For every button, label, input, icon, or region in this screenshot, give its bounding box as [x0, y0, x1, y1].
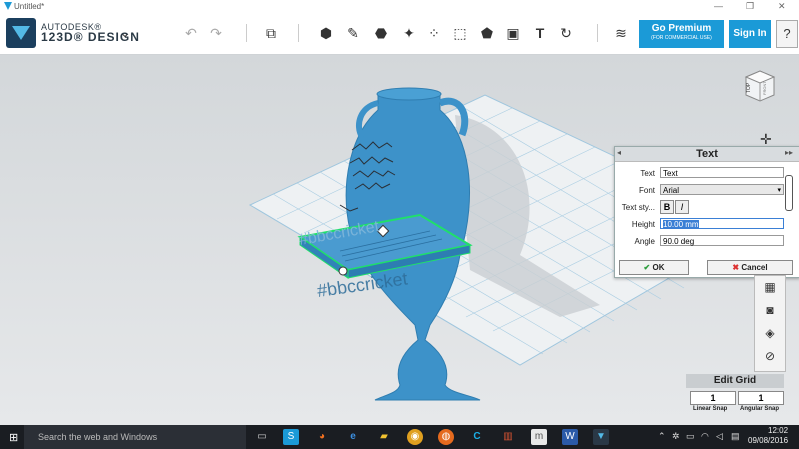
text-label: Text [640, 169, 655, 178]
c-app-icon[interactable]: C [469, 429, 485, 445]
redo-icon[interactable]: ↷ [207, 24, 225, 42]
undo-icon[interactable]: ↶ [182, 24, 200, 42]
task-view-icon[interactable]: ▭ [254, 429, 270, 445]
grouping-icon[interactable]: ⬚ [451, 24, 469, 42]
text-properties-panel: Text ◂ ▸▸ Text Text Font Arial ▾ Text st… [614, 146, 799, 278]
construct-icon[interactable]: ⬣ [372, 24, 390, 42]
height-value: 10.00 mm [663, 220, 699, 229]
wifi-icon[interactable]: ◠ [701, 431, 709, 442]
blender-icon[interactable]: ◕ [314, 429, 330, 445]
measure-icon[interactable]: ▣ [504, 24, 522, 42]
shading-icon[interactable]: ◈ [755, 322, 785, 345]
unknown-app-icon[interactable]: m [531, 429, 547, 445]
pattern-icon[interactable]: ⁘ [425, 24, 443, 42]
app-small-icon [4, 2, 12, 10]
window-title: Untitled* [14, 2, 45, 11]
edit-grid-button[interactable]: Edit Grid [686, 374, 784, 388]
edge-icon[interactable]: e [345, 429, 361, 445]
combine-icon[interactable]: ⬟ [478, 24, 496, 42]
premium-title: Go Premium [651, 23, 712, 34]
camera-icon[interactable]: ◙ [755, 299, 785, 322]
chart-app-icon[interactable]: ▥ [500, 429, 516, 445]
font-value: Arial [663, 186, 680, 195]
transform-icon[interactable]: ⧉ [262, 24, 280, 42]
cancel-x-icon: ✖ [732, 263, 740, 272]
viewcube-top-label: TOP [746, 82, 752, 93]
taskbar-search[interactable]: Search the web and Windows [24, 425, 246, 449]
windows-start-icon[interactable]: ⊞ [9, 431, 18, 444]
minimize-button[interactable]: — [714, 1, 723, 11]
word-icon[interactable]: W [562, 429, 578, 445]
toolbar-divider [597, 24, 598, 42]
linear-snap-input[interactable]: 1 [690, 391, 736, 405]
check-icon: ✔ [643, 263, 651, 272]
file-explorer-icon[interactable]: ▰ [376, 429, 392, 445]
font-label: Font [638, 186, 655, 195]
height-row: Height 10.00 mm [615, 217, 799, 231]
skype-icon[interactable]: S [283, 429, 299, 445]
panel-scrollbar[interactable] [785, 175, 793, 211]
text-input[interactable]: Text [660, 167, 784, 178]
angle-label: Angle [634, 237, 655, 246]
title-bar: Untitled* — ❐ ✕ [0, 0, 799, 14]
cancel-button[interactable]: ✖ Cancel [707, 260, 793, 275]
bold-button[interactable]: B [660, 200, 674, 214]
sign-in-button[interactable]: Sign In [729, 20, 771, 48]
viewcube-front-label: FRONT [762, 81, 767, 95]
text-row: Text Text [615, 166, 799, 180]
system-clock[interactable]: 12:02 09/08/2016 [748, 426, 788, 446]
height-label: Height [631, 220, 655, 229]
windows-taskbar: ⊞ Search the web and Windows ▭ S ◕ e ▰ ◉… [0, 425, 799, 449]
linear-snap-label: Linear Snap [693, 406, 728, 412]
angle-input[interactable]: 90.0 deg [660, 235, 784, 246]
hide-object-icon[interactable]: ⊘ [755, 345, 785, 368]
font-select[interactable]: Arial ▾ [660, 184, 784, 195]
angular-snap-label: Angular Snap [740, 406, 780, 412]
toolbar-divider [298, 24, 299, 42]
tray-app-icon[interactable]: ✲ [672, 431, 680, 442]
primitives-icon[interactable]: ⬢ [317, 24, 335, 42]
tray-chevron-icon[interactable]: ⌃ [658, 431, 666, 442]
chrome-icon[interactable]: ◉ [407, 429, 423, 445]
maximize-button[interactable]: ❐ [746, 1, 754, 12]
material-icon[interactable]: ≋ [612, 24, 630, 42]
battery-icon[interactable]: ▭ [686, 431, 695, 442]
modify-icon[interactable]: ✦ [400, 24, 418, 42]
text-style-row: Text sty... B I [615, 200, 799, 214]
grid-toggle-icon[interactable]: ▦ [755, 276, 785, 299]
cancel-label: Cancel [741, 263, 768, 272]
view-cube[interactable]: TOP FRONT [740, 65, 778, 103]
123d-design-taskbar-icon[interactable]: ▼ [593, 429, 609, 445]
snap-icon[interactable]: ↻ [557, 24, 575, 42]
help-button[interactable]: ? [776, 20, 798, 48]
app-menu-chevron-icon[interactable]: ⌄ [120, 26, 130, 40]
sketch-icon[interactable]: ✎ [344, 24, 362, 42]
premium-subtitle: (FOR COMMERCIAL USE) [651, 35, 712, 41]
go-premium-button[interactable]: Go Premium (FOR COMMERCIAL USE) [639, 20, 724, 48]
clock-date: 09/08/2016 [748, 436, 789, 445]
text-style-label: Text sty... [621, 203, 655, 212]
angular-snap-input[interactable]: 1 [738, 391, 784, 405]
volume-icon[interactable]: ◁ [716, 431, 723, 442]
clock-time: 12:02 [768, 426, 789, 435]
toolbar-divider [246, 24, 247, 42]
italic-button[interactable]: I [675, 200, 689, 214]
ok-button[interactable]: ✔ OK [619, 260, 689, 275]
panel-title: Text [615, 147, 799, 162]
app-logo[interactable] [6, 18, 36, 48]
ok-label: OK [652, 263, 665, 272]
main-toolbar: AUTODESK® 123D® DESIGN ⌄ ↶ ↷ ⧉ ⬢ ✎ ⬣ ✦ ⁘… [0, 14, 799, 55]
view-tools-bar: ▦ ◙ ◈ ⊘ [754, 275, 786, 372]
notifications-icon[interactable]: ▤ [731, 431, 740, 442]
firefox-icon[interactable]: ◍ [438, 429, 454, 445]
text-tool-icon[interactable]: T [531, 24, 549, 42]
font-row: Font Arial ▾ [615, 183, 799, 197]
angle-row: Angle 90.0 deg [615, 234, 799, 248]
panel-expand-icon[interactable]: ▸▸ [785, 148, 793, 157]
panel-collapse-icon[interactable]: ◂ [617, 148, 621, 157]
height-input[interactable]: 10.00 mm [660, 218, 784, 229]
close-button[interactable]: ✕ [778, 1, 786, 12]
chevron-down-icon: ▾ [777, 187, 781, 194]
